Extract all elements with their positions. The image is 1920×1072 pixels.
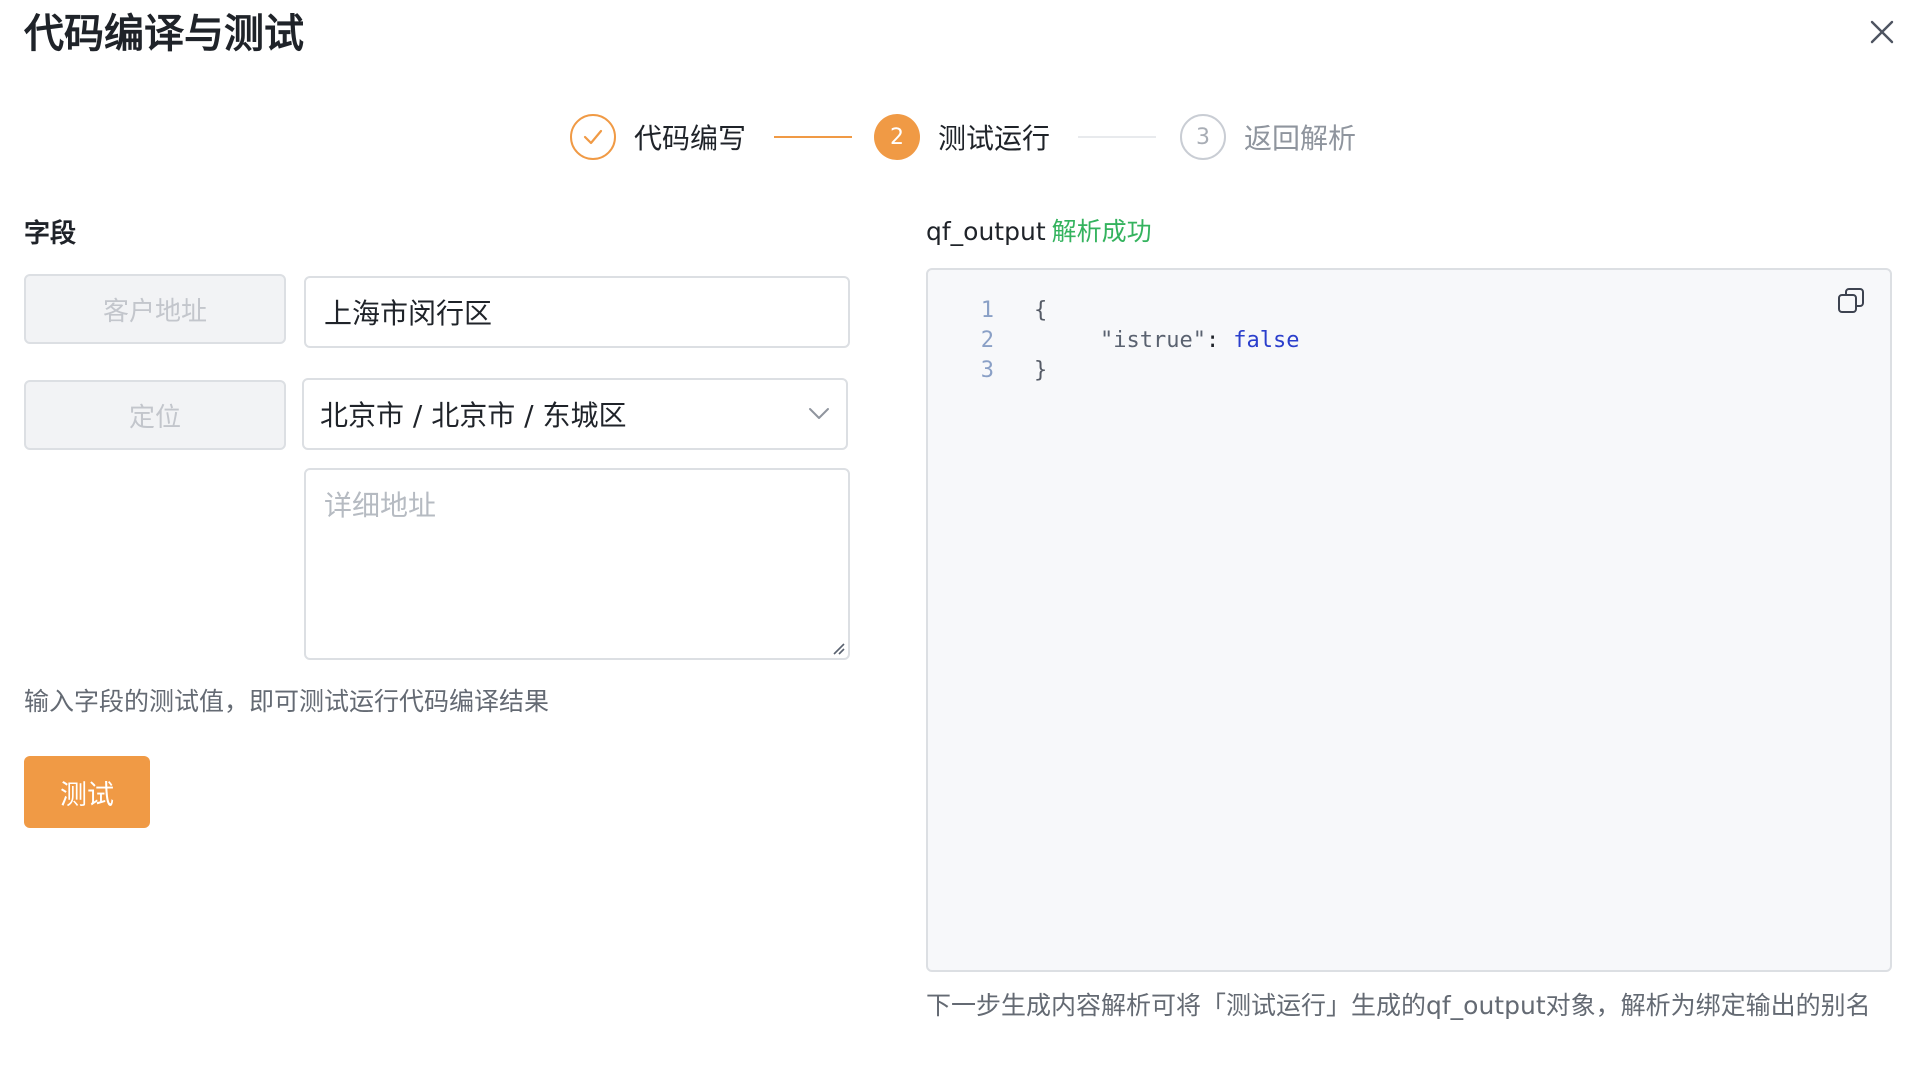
- address-input[interactable]: 上海市闵行区: [304, 276, 850, 348]
- code-open-brace: {: [1034, 298, 1048, 323]
- code-value: false: [1233, 328, 1300, 353]
- code-line-3: 3 }: [964, 356, 1299, 386]
- check-icon: [583, 129, 603, 145]
- code-line-2: 2 "istrue": false: [964, 326, 1300, 356]
- location-cascader[interactable]: 北京市 / 北京市 / 东城区: [302, 378, 848, 450]
- detail-address-placeholder: 详细地址: [324, 489, 437, 522]
- test-button[interactable]: 测试: [24, 756, 150, 828]
- output-header: qf_output 解析成功: [926, 214, 1152, 250]
- location-field-tag: 定位: [24, 380, 286, 450]
- dialog-title: 代码编译与测试: [24, 11, 304, 57]
- step-test-run: 2 测试运行: [874, 112, 1050, 162]
- step-1-label: 代码编写: [634, 122, 747, 155]
- step-code-writing: 代码编写: [570, 112, 746, 162]
- line-number: 1: [980, 298, 994, 323]
- location-cascader-value: 北京市 / 北京市 / 东城区: [320, 399, 627, 432]
- output-name: qf_output: [926, 217, 1046, 246]
- close-button[interactable]: [1864, 14, 1900, 50]
- next-step-footnote: 下一步生成内容解析可将「测试运行」生成的qf_output对象，解析为绑定输出的…: [926, 991, 1871, 1020]
- code-line-1: 1 {: [964, 296, 1299, 326]
- code-compile-test-dialog: 代码编译与测试 代码编写 2 测试运行 3 返回解析 字段 客户地址 上海市闵行…: [0, 0, 1920, 1072]
- line-number: 2: [980, 328, 994, 353]
- address-field-tag: 客户地址: [24, 274, 286, 344]
- code-key: "istrue": [1100, 328, 1206, 353]
- line-number: 3: [980, 358, 994, 383]
- address-input-value: 上海市闵行区: [324, 297, 493, 330]
- step-connector-2: [1078, 136, 1156, 138]
- chevron-down-icon: [808, 407, 830, 421]
- detail-address-textarea[interactable]: 详细地址: [304, 468, 850, 660]
- step-3-circle: 3: [1180, 114, 1226, 160]
- step-return-parse: 3 返回解析: [1180, 112, 1356, 162]
- close-icon: [1870, 20, 1894, 44]
- parse-status-badge: 解析成功: [1051, 217, 1152, 246]
- resize-handle-icon[interactable]: [832, 642, 846, 656]
- fields-section-label: 字段: [24, 219, 77, 249]
- step-1-circle: [570, 114, 616, 160]
- code-close-brace: }: [1034, 358, 1048, 383]
- code-colon: :: [1205, 328, 1220, 353]
- step-connector-1: [774, 136, 852, 138]
- output-code-viewer[interactable]: 1 { 2 "istrue": false 3 }: [926, 268, 1892, 972]
- test-hint-text: 输入字段的测试值，即可测试运行代码编译结果: [24, 687, 550, 716]
- step-3-label: 返回解析: [1244, 122, 1357, 155]
- code-lines: 1 { 2 "istrue": false 3 }: [964, 296, 1300, 386]
- step-2-circle: 2: [874, 114, 920, 160]
- step-2-label: 测试运行: [938, 122, 1051, 155]
- copy-icon[interactable]: [1836, 286, 1866, 316]
